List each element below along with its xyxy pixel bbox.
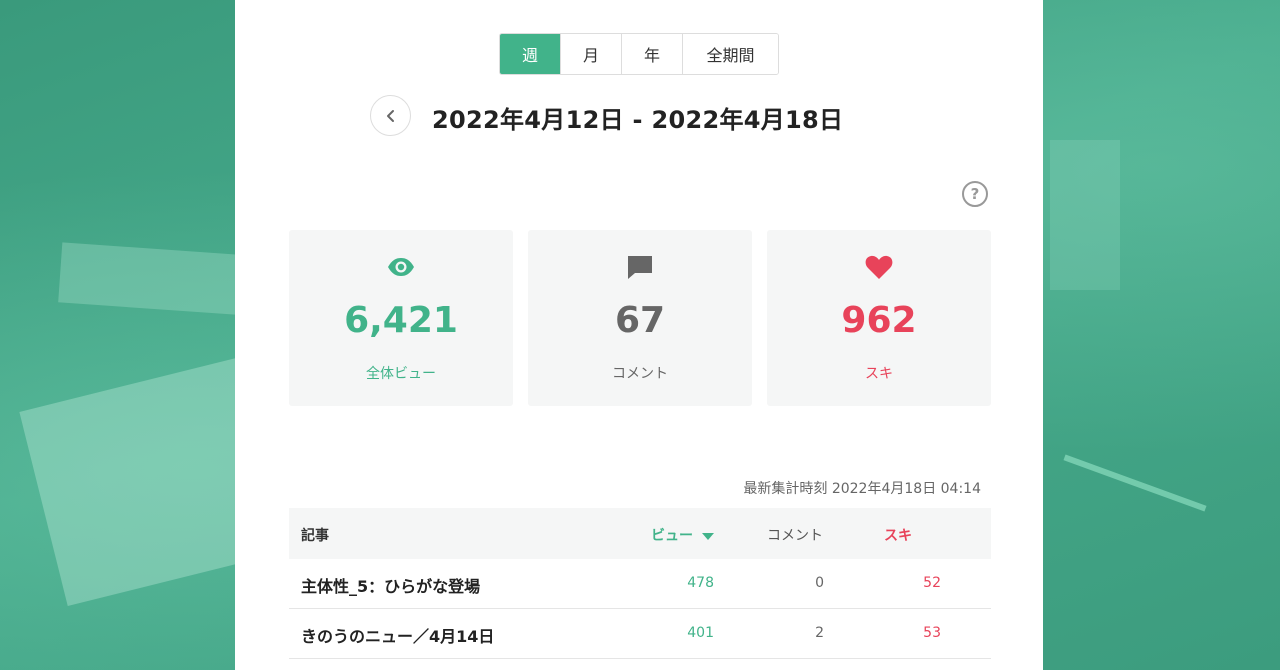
- chevron-left-icon: [386, 109, 394, 122]
- background-pen-cup: [1050, 140, 1120, 290]
- column-header-views[interactable]: ビュー: [651, 525, 714, 545]
- column-header-views-label: ビュー: [651, 528, 693, 544]
- article-likes: 53: [923, 625, 941, 641]
- tab-all-time[interactable]: 全期間: [682, 34, 778, 74]
- tab-week[interactable]: 週: [500, 34, 560, 74]
- table-row[interactable]: 主体性_5：ひらがな登場 478 0 52: [289, 559, 991, 609]
- period-tabs: 週 月 年 全期間: [499, 33, 779, 75]
- column-header-likes[interactable]: スキ: [884, 525, 912, 545]
- comments-label: コメント: [612, 366, 668, 382]
- article-views: 401: [687, 625, 714, 641]
- views-label: 全体ビュー: [366, 366, 436, 382]
- views-count: 6,421: [344, 300, 458, 341]
- date-range-title: 2022年4月12日 - 2022年4月18日: [432, 106, 844, 134]
- comments-count: 67: [614, 300, 666, 341]
- heart-icon: [865, 254, 893, 280]
- last-updated-timestamp: 最新集計時刻 2022年4月18日 04:14: [743, 481, 981, 497]
- likes-count: 962: [841, 300, 917, 341]
- article-stats-table: 記事 ビュー コメント スキ 主体性_5：ひらがな登場 478 0 52 きのう…: [289, 508, 991, 659]
- article-comments: 2: [815, 625, 824, 641]
- background-pen: [1063, 454, 1207, 512]
- likes-label: スキ: [865, 366, 893, 382]
- stat-card-views: 6,421 全体ビュー: [289, 230, 513, 406]
- article-views: 478: [687, 575, 714, 591]
- stat-card-comments: 67 コメント: [528, 230, 752, 406]
- sort-desc-icon: [702, 532, 714, 540]
- table-row[interactable]: きのうのニュー／4月14日 401 2 53: [289, 609, 991, 659]
- column-header-article: 記事: [301, 528, 329, 544]
- stat-card-likes: 962 スキ: [767, 230, 991, 406]
- tab-year[interactable]: 年: [621, 34, 682, 74]
- tab-month[interactable]: 月: [560, 34, 621, 74]
- article-title[interactable]: きのうのニュー／4月14日: [301, 623, 494, 647]
- previous-period-button[interactable]: [370, 95, 411, 136]
- article-likes: 52: [923, 575, 941, 591]
- column-header-comments[interactable]: コメント: [767, 525, 823, 545]
- article-comments: 0: [815, 575, 824, 591]
- speech-bubble-icon: [626, 254, 654, 280]
- eye-icon: [387, 254, 415, 280]
- article-title[interactable]: 主体性_5：ひらがな登場: [301, 573, 480, 597]
- table-header: 記事 ビュー コメント スキ: [289, 508, 991, 559]
- stats-panel: 週 月 年 全期間 2022年4月12日 - 2022年4月18日 ? 6,42…: [235, 0, 1043, 670]
- help-icon[interactable]: ?: [962, 181, 988, 207]
